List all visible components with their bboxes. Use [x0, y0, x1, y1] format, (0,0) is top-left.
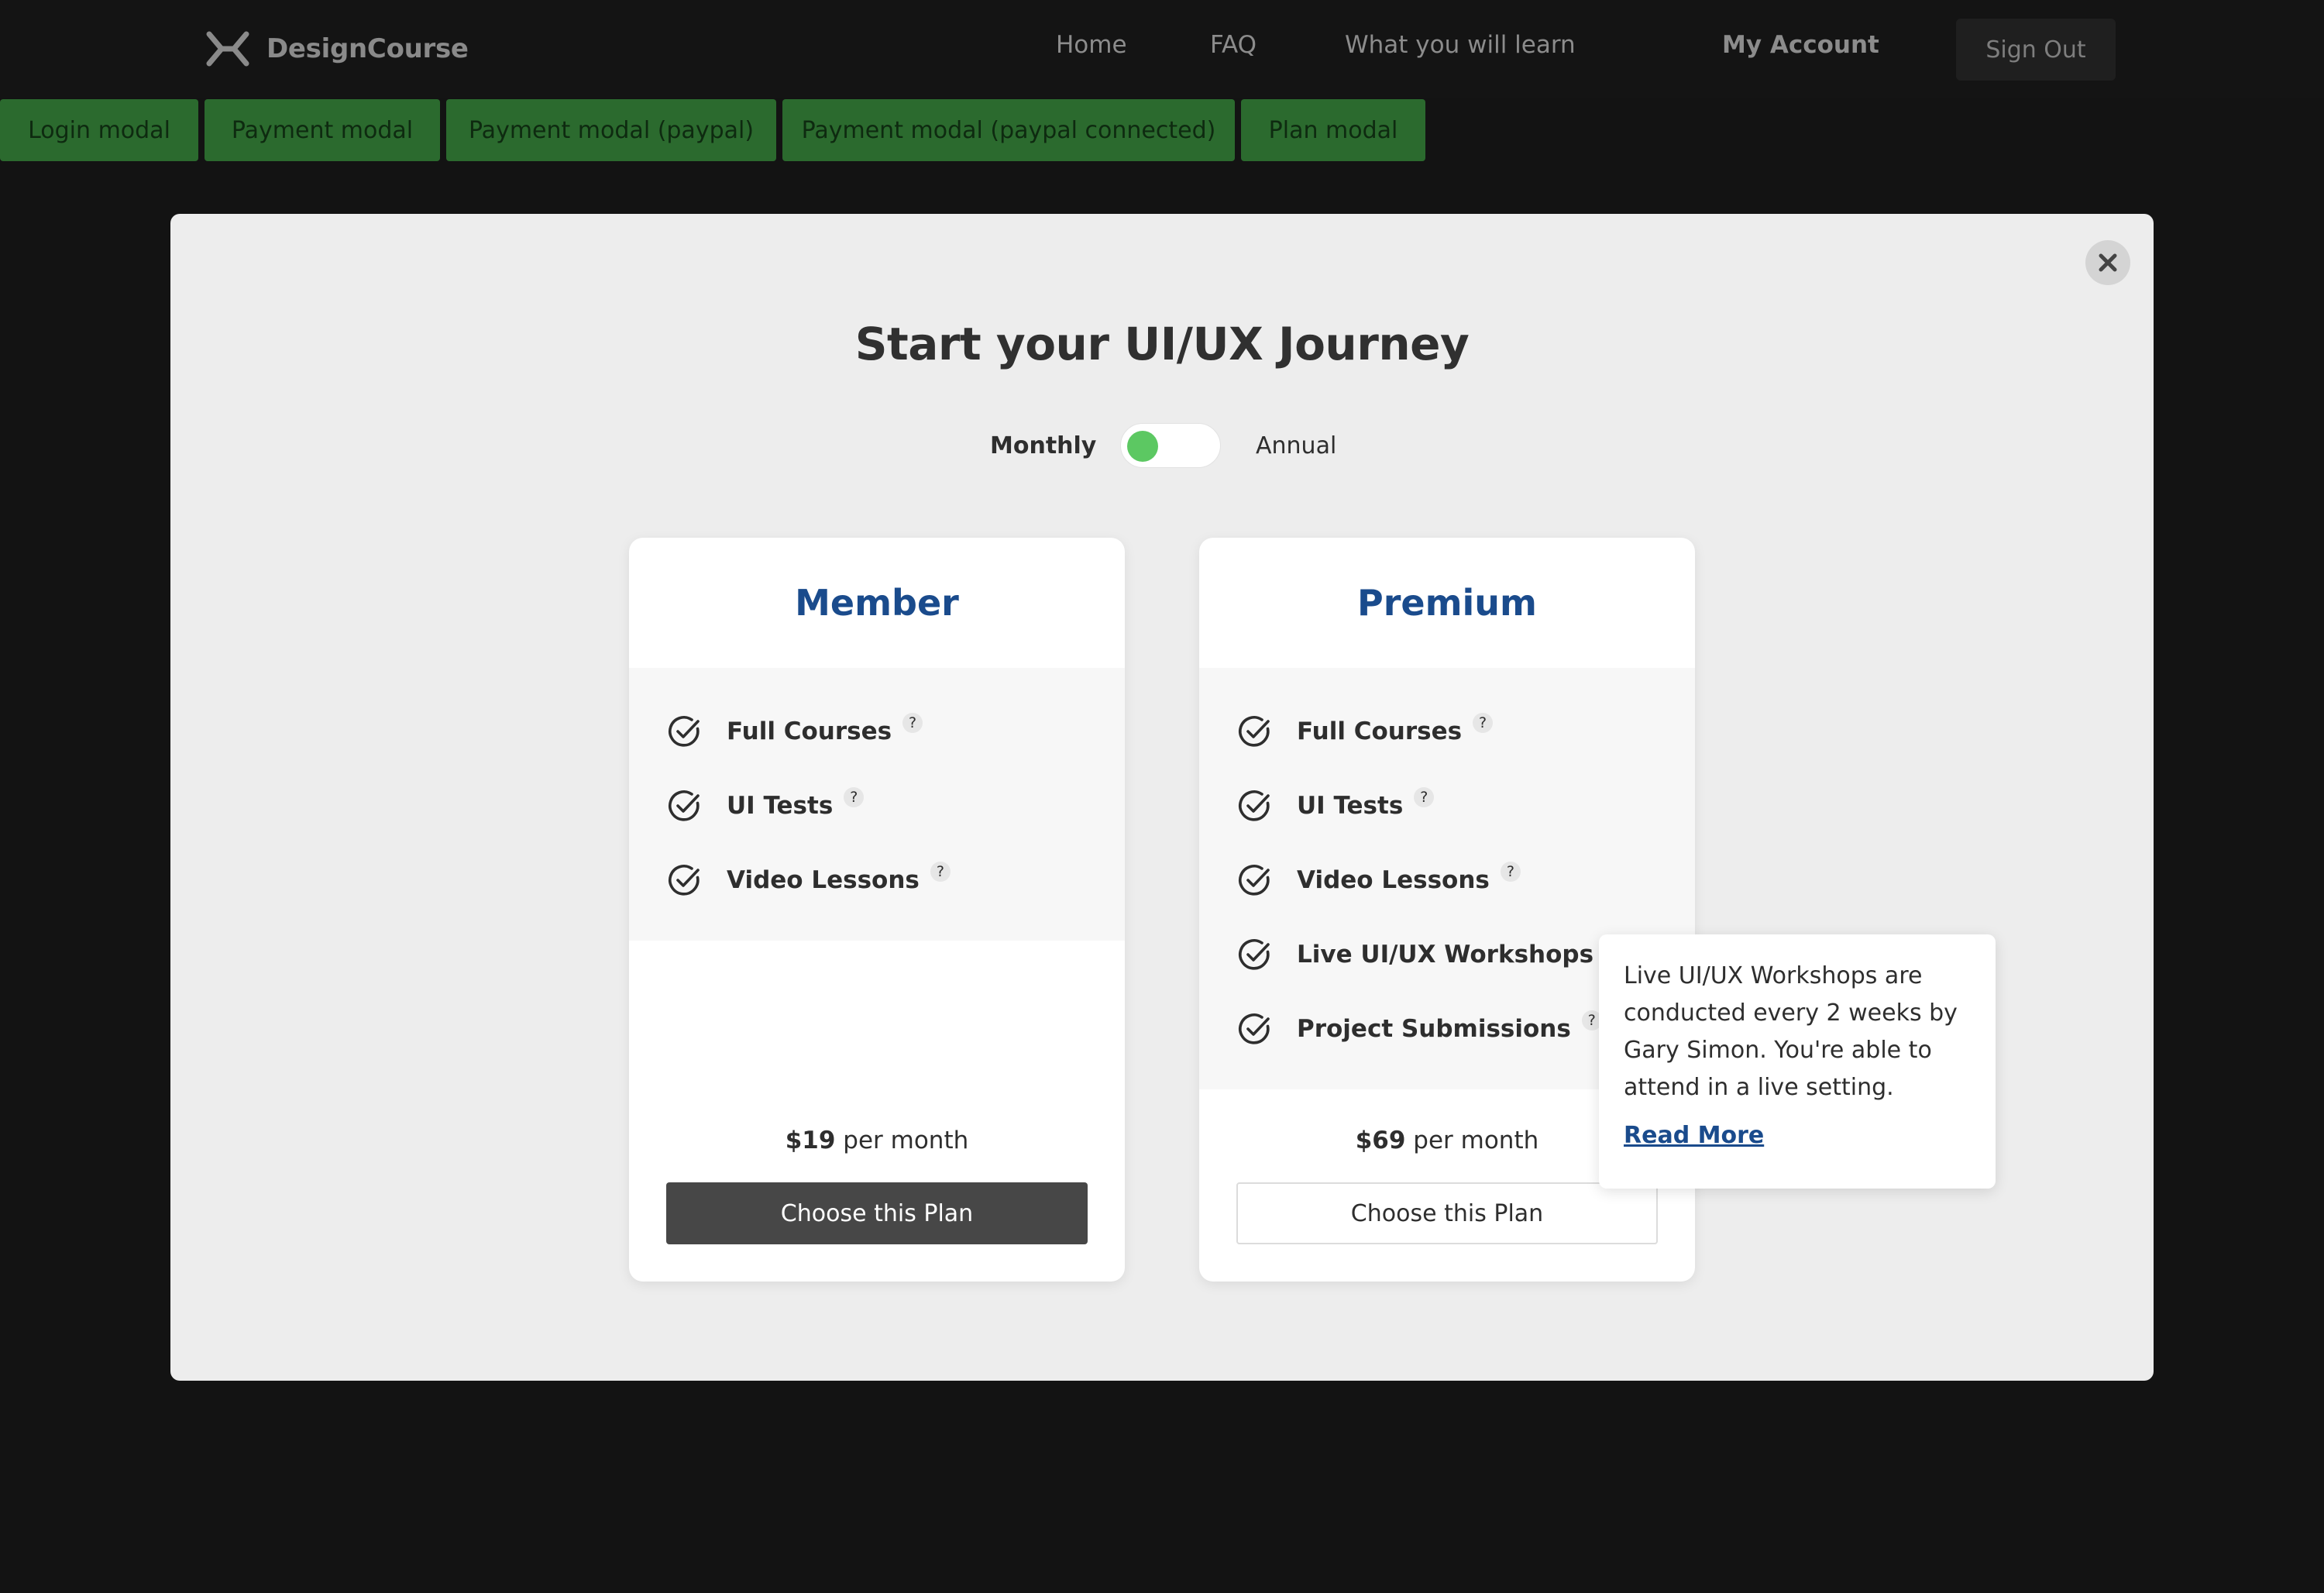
toggle-knob	[1127, 431, 1158, 462]
feature-label: Full Courses	[1297, 717, 1463, 745]
tooltip-text: Live UI/UX Workshops are conducted every…	[1624, 962, 1958, 1101]
check-circle-icon	[1239, 790, 1270, 821]
help-icon[interactable]: ?	[1414, 787, 1435, 807]
choose-plan-button[interactable]: Choose this Plan	[1236, 1182, 1658, 1244]
feature-label: Video Lessons	[727, 866, 920, 894]
read-more-link[interactable]: Read More	[1624, 1122, 1764, 1149]
payment-modal-button[interactable]: Payment modal	[205, 99, 440, 161]
logo-text: DesignCourse	[266, 33, 469, 64]
help-icon[interactable]: ?	[844, 787, 865, 807]
help-icon[interactable]: ?	[902, 713, 923, 733]
plan-price: $19 per month	[629, 1127, 1125, 1154]
feature-item: Project Submissions ?	[1236, 1006, 1602, 1052]
billing-annual-label[interactable]: Annual	[1256, 432, 1336, 459]
billing-monthly-label[interactable]: Monthly	[990, 432, 1096, 459]
check-circle-icon	[1239, 865, 1270, 896]
plan-name: Member	[795, 582, 959, 624]
login-modal-button[interactable]: Login modal	[0, 99, 198, 161]
choose-plan-button[interactable]: Choose this Plan	[666, 1182, 1088, 1244]
feature-item: UI Tests ?	[666, 783, 865, 829]
check-circle-icon	[1239, 716, 1270, 747]
nav-my-account[interactable]: My Account	[1722, 31, 1879, 59]
check-circle-icon	[1239, 1013, 1270, 1044]
sign-out-button[interactable]: Sign Out	[1956, 19, 2116, 81]
payment-modal-paypal-connected-button[interactable]: Payment modal (paypal connected)	[782, 99, 1235, 161]
check-circle-icon	[669, 716, 700, 747]
close-icon	[2099, 253, 2117, 272]
feature-item: UI Tests ?	[1236, 783, 1435, 829]
feature-label: Full Courses	[727, 717, 892, 745]
nav-faq[interactable]: FAQ	[1210, 31, 1257, 59]
price-amount: $19	[785, 1127, 836, 1154]
feature-label: Live UI/UX Workshops	[1297, 941, 1594, 969]
check-circle-icon	[1239, 939, 1270, 970]
plan-card-member: Member Full Courses ? UI Tests ? Video L…	[629, 538, 1125, 1282]
billing-toggle-row: Monthly Annual	[170, 418, 2154, 473]
feature-item: Live UI/UX Workshops ?	[1236, 931, 1625, 978]
feature-label: Project Submissions	[1297, 1015, 1571, 1043]
feature-label: Video Lessons	[1297, 866, 1490, 894]
feature-item: Video Lessons ?	[666, 857, 951, 903]
modal-title: Start your UI/UX Journey	[854, 318, 1470, 370]
feature-list: Full Courses ? UI Tests ? Video Lessons …	[629, 668, 1125, 941]
top-navigation: DesignCourse Home FAQ What you will lear…	[0, 0, 2324, 98]
price-amount: $69	[1355, 1127, 1406, 1154]
feature-label: UI Tests	[1297, 792, 1404, 820]
feature-item: Full Courses ?	[666, 708, 923, 755]
logo-mark-icon	[206, 31, 249, 67]
nav-home[interactable]: Home	[1056, 31, 1127, 59]
feature-label: UI Tests	[727, 792, 834, 820]
help-icon[interactable]: ?	[1473, 713, 1494, 733]
help-icon[interactable]: ?	[1500, 862, 1521, 882]
feature-tooltip: Live UI/UX Workshops are conducted every…	[1599, 934, 1996, 1189]
nav-what-you-will-learn[interactable]: What you will learn	[1345, 31, 1576, 59]
plan-modal: Start your UI/UX Journey Monthly Annual …	[170, 214, 2154, 1381]
feature-item: Video Lessons ?	[1236, 857, 1521, 903]
close-modal-button[interactable]	[2085, 240, 2130, 285]
billing-period-toggle[interactable]	[1120, 423, 1221, 468]
check-circle-icon	[669, 790, 700, 821]
feature-item: Full Courses ?	[1236, 708, 1494, 755]
payment-modal-paypal-button[interactable]: Payment modal (paypal)	[446, 99, 776, 161]
plan-name: Premium	[1357, 582, 1537, 624]
help-icon[interactable]: ?	[930, 862, 951, 882]
plan-modal-button[interactable]: Plan modal	[1241, 99, 1425, 161]
price-period: per month	[843, 1127, 969, 1154]
price-period: per month	[1413, 1127, 1539, 1154]
logo[interactable]: DesignCourse	[206, 29, 469, 68]
check-circle-icon	[669, 865, 700, 896]
